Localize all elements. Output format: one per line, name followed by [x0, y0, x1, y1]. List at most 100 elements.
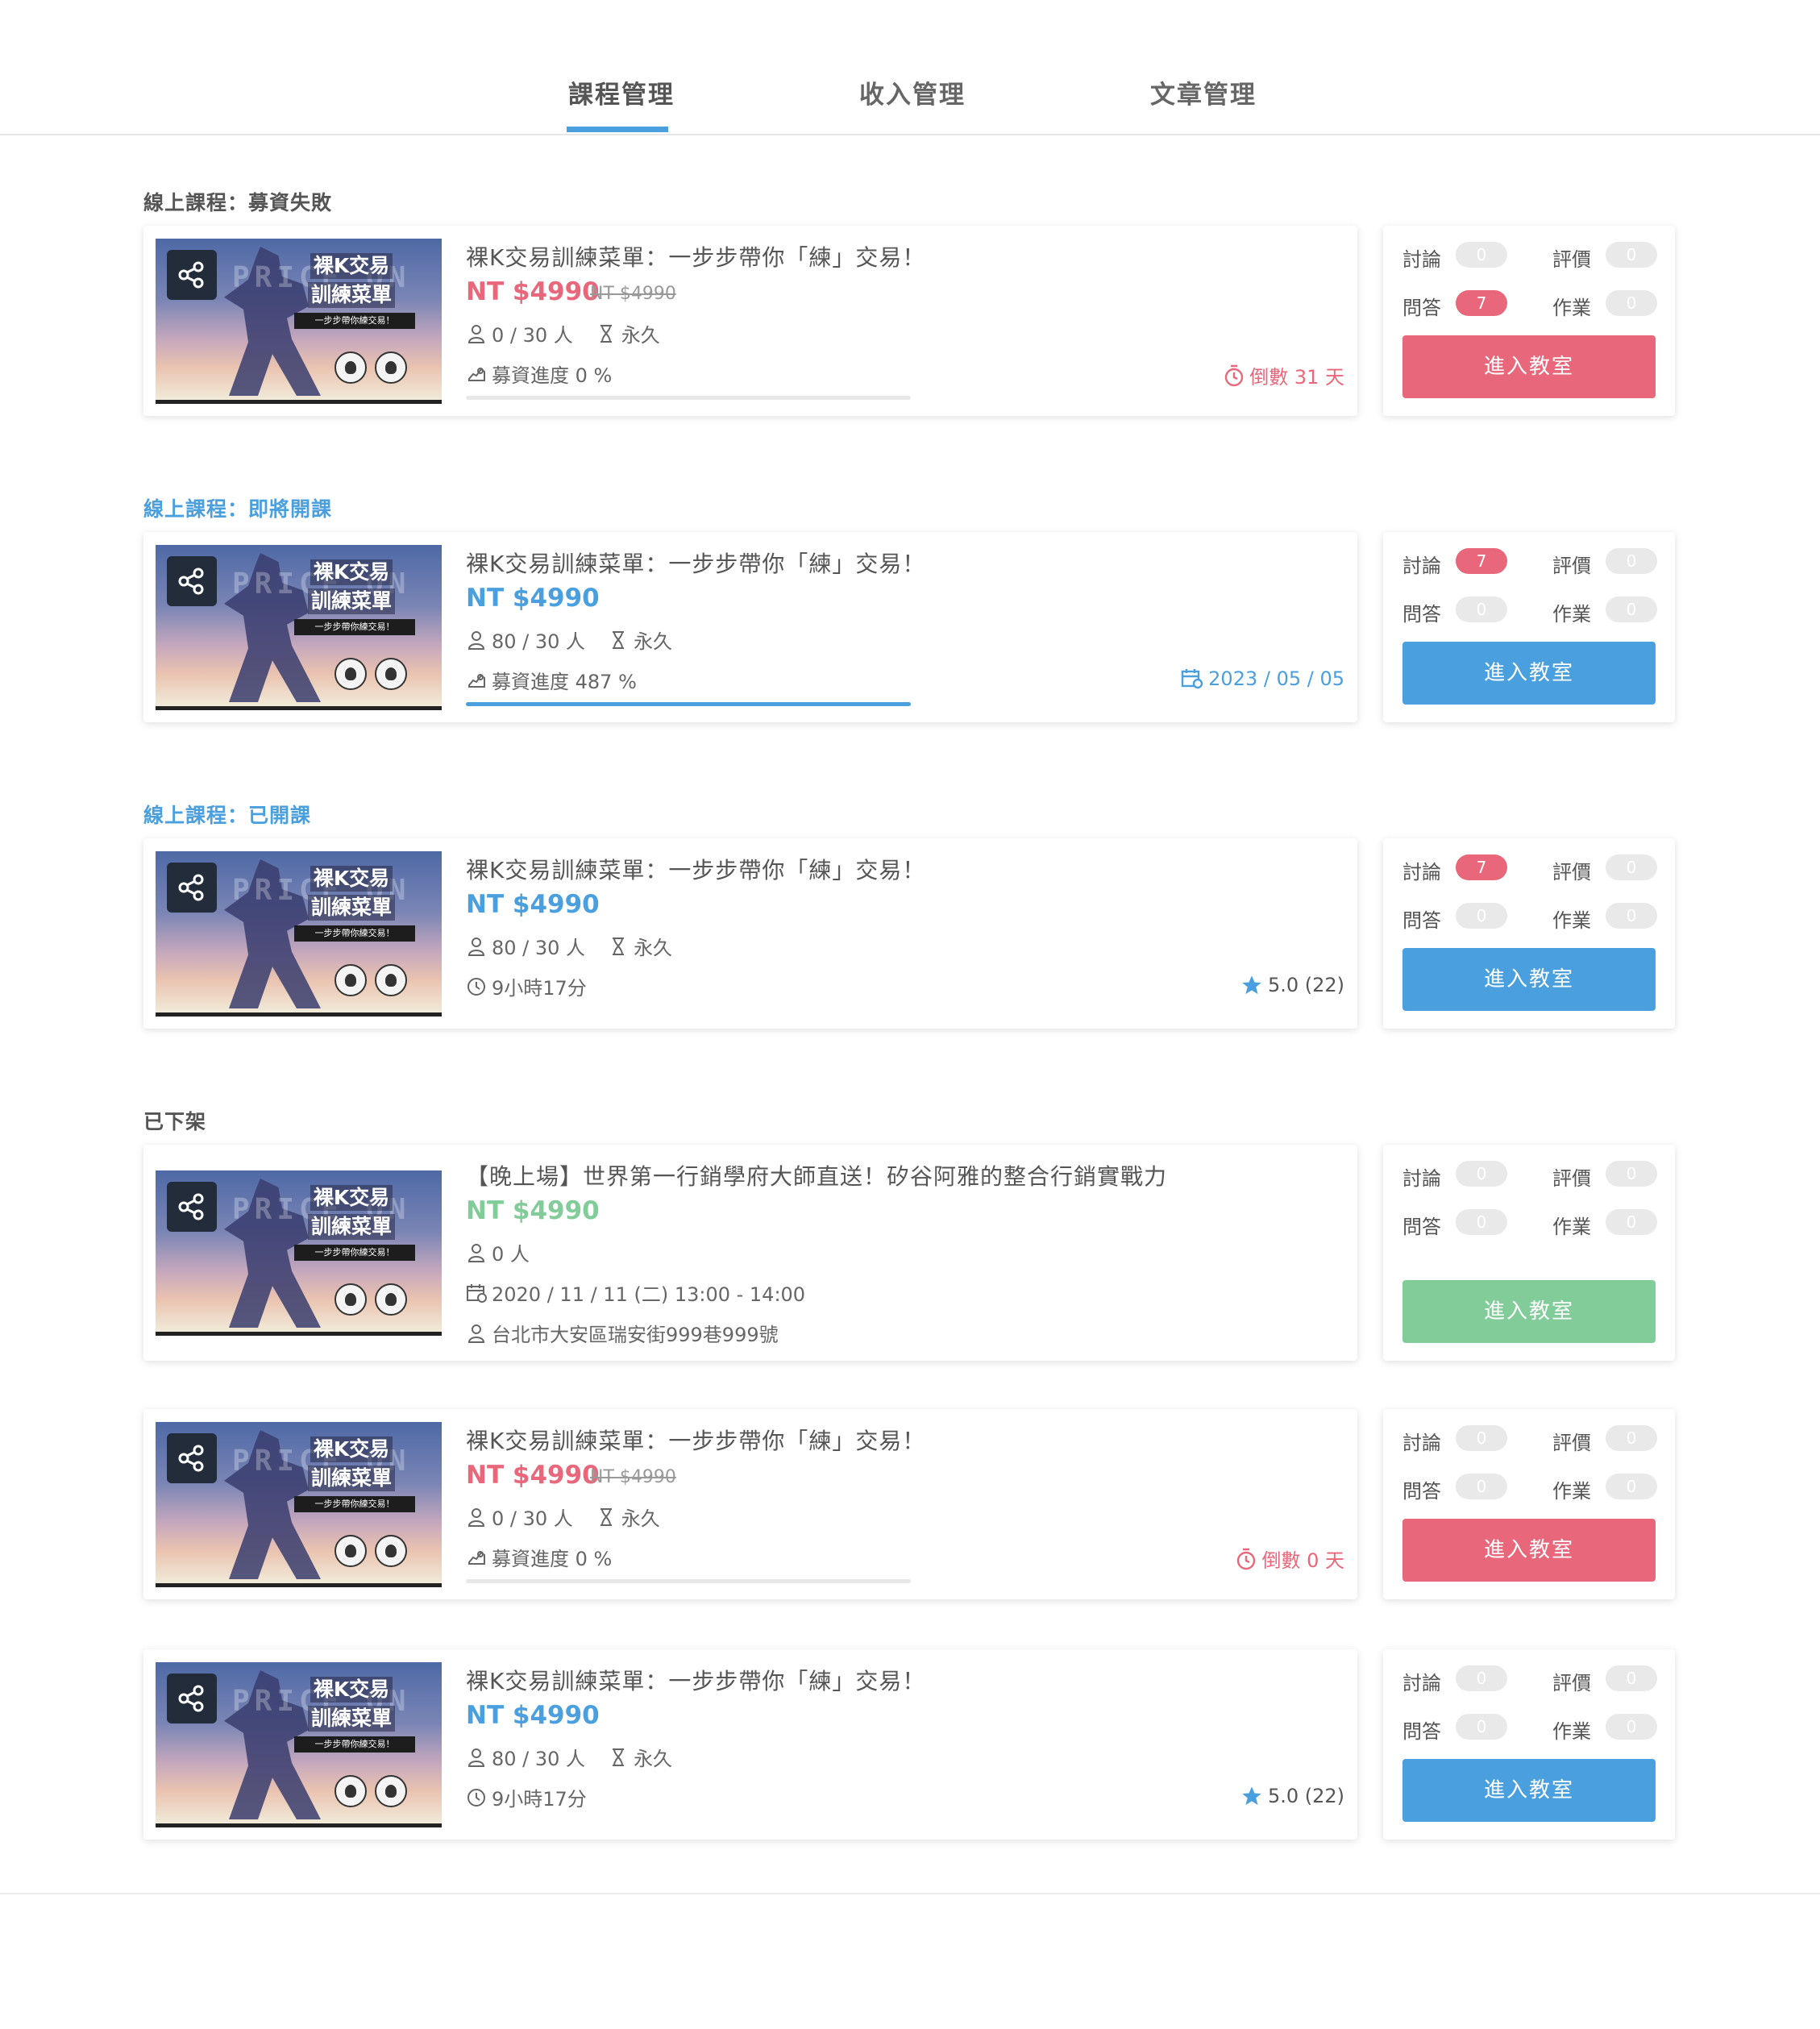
- enter-classroom-button[interactable]: 進入教室: [1402, 948, 1656, 1011]
- stat-count-homework[interactable]: 0: [1606, 1714, 1657, 1740]
- enrollment-row: 0 人: [466, 1238, 530, 1266]
- enrollment-row: 80 / 30 人 永久: [466, 932, 672, 960]
- course-thumbnail[interactable]: PRICE ON裸K交易訓練菜單一步步帶你練交易！: [156, 545, 442, 710]
- course-price: NT $4990: [466, 584, 600, 613]
- course-stats-card: 討論 0 評價 0 問答 7 作業 0 進入教室: [1383, 226, 1675, 416]
- section-label: 線上課程：即將開課: [143, 497, 333, 521]
- course-title[interactable]: 裸K交易訓練菜單：一步步帶你「練」交易！: [466, 1424, 925, 1456]
- course-card[interactable]: PRICE ON裸K交易訓練菜單一步步帶你練交易！裸K交易訓練菜單：一步步帶你「…: [143, 1409, 1357, 1599]
- enter-classroom-button[interactable]: 進入教室: [1402, 1759, 1656, 1822]
- share-logo-icon: [167, 1674, 217, 1723]
- course-status: 倒數 31 天: [1224, 361, 1344, 389]
- star-icon: [1240, 1785, 1263, 1807]
- access-duration: 永久: [621, 1507, 660, 1530]
- share-logo-icon: [167, 556, 217, 606]
- stat-count-review[interactable]: 0: [1606, 242, 1657, 268]
- hourglass-icon: [608, 1747, 629, 1768]
- thumbnail-subtitle: 一步步帶你練交易！: [294, 1245, 415, 1261]
- course-title[interactable]: 裸K交易訓練菜單：一步步帶你「練」交易！: [466, 547, 925, 579]
- student-count: 80 / 30 人: [492, 1748, 586, 1770]
- course-title[interactable]: 裸K交易訓練菜單：一步步帶你「練」交易！: [466, 240, 925, 272]
- stat-count-qa[interactable]: 0: [1456, 1474, 1507, 1499]
- stat-count-discuss[interactable]: 0: [1456, 1665, 1507, 1691]
- enter-classroom-button[interactable]: 進入教室: [1402, 1280, 1656, 1343]
- hourglass-icon: [596, 1507, 617, 1528]
- course-thumbnail[interactable]: PRICE ON裸K交易訓練菜單一步步帶你練交易！: [156, 1662, 442, 1827]
- student-count: 0 / 30 人: [492, 324, 573, 347]
- stat-count-discuss[interactable]: 0: [1456, 1161, 1507, 1187]
- stat-count-discuss[interactable]: 0: [1456, 242, 1507, 268]
- stat-label-qa: 問答: [1402, 1480, 1441, 1503]
- fundraise-progress-row: 募資進度 0 %: [466, 360, 612, 388]
- course-card[interactable]: PRICE ON裸K交易訓練菜單一步步帶你練交易！ 【晚上場】世界第一行銷學府大師…: [143, 1145, 1357, 1361]
- stat-count-homework[interactable]: 0: [1606, 903, 1657, 929]
- course-title[interactable]: 裸K交易訓練菜單：一步步帶你「練」交易！: [466, 1664, 925, 1696]
- instructor-avatar: [334, 1535, 367, 1567]
- stat-count-review[interactable]: 0: [1606, 1161, 1657, 1187]
- stat-count-qa[interactable]: 0: [1456, 903, 1507, 929]
- fundraise-progress-bar: [466, 396, 911, 400]
- thumbnail-subtitle: 一步步帶你練交易！: [294, 313, 415, 329]
- course-thumbnail[interactable]: PRICE ON裸K交易訓練菜單一步步帶你練交易！: [156, 1422, 442, 1587]
- stat-count-homework[interactable]: 0: [1606, 597, 1657, 622]
- course-status: 2023 / 05 / 05: [1181, 667, 1344, 690]
- fundraise-progress-text: 募資進度 0 %: [492, 1548, 613, 1570]
- course-status: 5.0 (22): [1240, 974, 1344, 996]
- course-thumbnail[interactable]: PRICE ON裸K交易訓練菜單一步步帶你練交易！: [156, 1170, 442, 1336]
- student-count: 80 / 30 人: [492, 937, 586, 959]
- course-card[interactable]: PRICE ON裸K交易訓練菜單一步步帶你練交易！ 裸K交易訓練菜單：一步步帶你「…: [143, 838, 1357, 1029]
- stat-label-review: 評價: [1552, 1432, 1591, 1454]
- course-card[interactable]: PRICE ON裸K交易訓練菜單一步步帶你練交易！ 裸K交易訓練菜單：一步步帶你「…: [143, 532, 1357, 722]
- person-icon: [466, 1747, 487, 1768]
- course-status-text: 5.0 (22): [1267, 1785, 1344, 1807]
- stat-count-homework[interactable]: 0: [1606, 290, 1657, 316]
- course-thumbnail[interactable]: PRICE ON裸K交易訓練菜單一步步帶你練交易！: [156, 851, 442, 1017]
- stat-label-homework: 作業: [1552, 909, 1591, 932]
- course-section: 線上課程：即將開課 PRICE ON裸K交易訓練菜單一步步帶你練交易！ 裸K交易訓練…: [143, 493, 1675, 722]
- stat-count-homework[interactable]: 0: [1606, 1209, 1657, 1235]
- thumbnail-title-line1: 裸K交易: [310, 253, 393, 279]
- fundraise-progress-row: 募資進度 487 %: [466, 666, 637, 694]
- access-duration: 永久: [621, 324, 660, 347]
- enter-classroom-button[interactable]: 進入教室: [1402, 642, 1656, 705]
- course-section: 線上課程：已開課PRICE ON裸K交易訓練菜單一步步帶你練交易！裸K交易訓練菜…: [143, 800, 1675, 1029]
- course-price: NT $4990: [466, 277, 600, 306]
- course-title[interactable]: 裸K交易訓練菜單：一步步帶你「練」交易！: [466, 853, 925, 885]
- fundraise-progress-bar: [466, 702, 911, 706]
- stat-count-review[interactable]: 0: [1606, 854, 1657, 880]
- stat-count-qa[interactable]: 0: [1456, 597, 1507, 622]
- stat-count-homework[interactable]: 0: [1606, 1474, 1657, 1499]
- enter-classroom-button[interactable]: 進入教室: [1402, 335, 1656, 398]
- course-stats-card: 討論 7 評價 0 問答 0 作業 0 進入教室: [1383, 838, 1675, 1029]
- share-logo-icon: [167, 1182, 217, 1232]
- tab-article-management[interactable]: 文章管理: [1150, 74, 1257, 110]
- course-length-row: 9小時17分: [466, 1783, 587, 1811]
- enter-classroom-button[interactable]: 進入教室: [1402, 1519, 1656, 1582]
- stat-count-discuss[interactable]: 7: [1456, 854, 1507, 880]
- divider: [0, 1893, 1820, 1894]
- tab-course-management[interactable]: 課程管理: [568, 74, 675, 110]
- stat-count-qa[interactable]: 7: [1456, 290, 1507, 316]
- stat-count-qa[interactable]: 0: [1456, 1714, 1507, 1740]
- thumbnail-title-line1: 裸K交易: [310, 1677, 393, 1703]
- course-title[interactable]: 【晚上場】世界第一行銷學府大師直送！矽谷阿雅的整合行銷實戰力: [466, 1159, 1167, 1191]
- course-thumbnail[interactable]: PRICE ON裸K交易訓練菜單一步步帶你練交易！: [156, 239, 442, 404]
- stat-count-review[interactable]: 0: [1606, 1665, 1657, 1691]
- course-card[interactable]: PRICE ON裸K交易訓練菜單一步步帶你練交易！ 裸K交易訓練菜單：一步步帶你「…: [143, 226, 1357, 416]
- stat-count-review[interactable]: 0: [1606, 1425, 1657, 1451]
- event-location: 台北市大安區瑞安街999巷999號: [492, 1324, 779, 1346]
- stat-count-discuss[interactable]: 7: [1456, 548, 1507, 574]
- stat-label-qa: 問答: [1402, 297, 1441, 319]
- thumbnail-title-line2: 訓練菜單: [307, 1466, 395, 1491]
- thumbnail-title: 裸K交易 訓練菜單: [299, 1437, 404, 1495]
- student-count: 0 人: [492, 1243, 530, 1266]
- tab-income-management[interactable]: 收入管理: [859, 74, 966, 110]
- course-length: 9小時17分: [492, 977, 587, 1000]
- stat-count-discuss[interactable]: 0: [1456, 1425, 1507, 1451]
- course-card[interactable]: PRICE ON裸K交易訓練菜單一步步帶你練交易！ 裸K交易訓練菜單：一步步帶你「…: [143, 1649, 1357, 1840]
- person-icon: [466, 630, 487, 651]
- stat-count-review[interactable]: 0: [1606, 548, 1657, 574]
- stat-count-qa[interactable]: 0: [1456, 1209, 1507, 1235]
- enrollment-row: 80 / 30 人 永久: [466, 626, 672, 654]
- thumbnail-subtitle: 一步步帶你練交易！: [294, 1496, 415, 1512]
